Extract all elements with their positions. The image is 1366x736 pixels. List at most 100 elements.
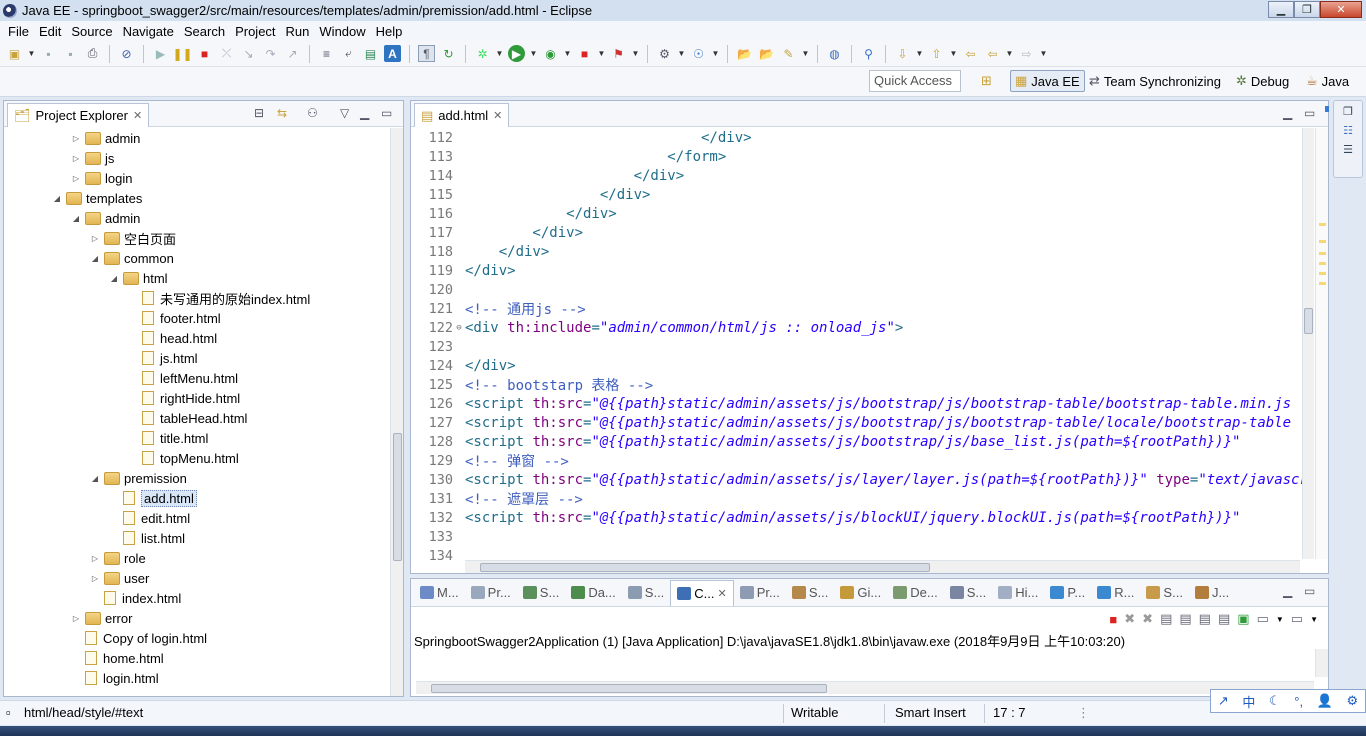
debug-dropdown-icon[interactable]: ▼ — [496, 45, 504, 62]
tree-file-item[interactable]: head.html — [128, 328, 217, 348]
back-dropdown-icon[interactable]: ▼ — [1006, 45, 1014, 62]
bottom-view-tab[interactable]: M... — [414, 580, 465, 606]
external-tools-dropdown-icon[interactable]: ▼ — [632, 45, 640, 62]
ime-language-icon[interactable]: 中 — [1242, 692, 1255, 711]
forward-dropdown-icon[interactable]: ▼ — [1040, 45, 1048, 62]
pin-console-icon[interactable]: ▣ — [1237, 611, 1249, 627]
maximize-view-icon[interactable]: ▭ — [1304, 584, 1315, 598]
tree-folder-item[interactable]: ▷ login — [71, 168, 133, 188]
code-line[interactable]: 131 <!-- 遮罩层 --> — [411, 489, 583, 508]
tree-collapsed-icon[interactable]: ▷ — [71, 134, 81, 143]
minimize-view-icon[interactable]: ▁ — [360, 106, 369, 120]
restore-icon[interactable]: ❐ — [1343, 105, 1353, 118]
tree-expanded-icon[interactable]: ◢ — [109, 274, 119, 283]
tree-file-item[interactable]: leftMenu.html — [128, 368, 238, 388]
tree-file-item[interactable]: 未写通用的原始index.html — [128, 288, 310, 308]
console-hscroll-thumb[interactable] — [431, 684, 827, 693]
tree-collapsed-icon[interactable]: ▷ — [90, 574, 100, 583]
bottom-view-tab[interactable]: C... ✕ — [670, 579, 734, 606]
coverage-dropdown-icon[interactable]: ▼ — [564, 45, 572, 62]
tree-expanded-icon[interactable]: ◢ — [52, 194, 62, 203]
open-console-icon[interactable]: ▭ — [1291, 611, 1303, 627]
code-line[interactable]: 112 </div> — [411, 128, 752, 147]
terminate-icon[interactable]: ■ — [1109, 612, 1117, 627]
remove-launch-icon[interactable]: ✖ — [1124, 611, 1135, 627]
bottom-view-tab[interactable]: S... — [786, 580, 835, 606]
last-edit-location-icon[interactable]: ⇦ — [962, 45, 979, 62]
code-line[interactable]: 117 </div> — [411, 223, 583, 242]
menu-navigate[interactable]: Navigate — [118, 24, 179, 39]
code-line[interactable]: 125 <!-- bootstarp 表格 --> — [411, 375, 654, 394]
maximize-view-icon[interactable]: ▭ — [1304, 106, 1315, 120]
code-line[interactable]: 134 — [411, 546, 465, 561]
code-line[interactable]: 114 </div> — [411, 166, 685, 185]
menu-window[interactable]: Window — [314, 24, 370, 39]
resume-icon[interactable]: ▶ — [152, 45, 169, 62]
tree-folder-item[interactable]: ◢ common — [90, 248, 174, 268]
tree-folder-item[interactable]: ▷ role — [90, 548, 146, 568]
editor-horizontal-scrollbar[interactable] — [465, 560, 1300, 573]
close-button[interactable]: ✕ — [1320, 1, 1362, 18]
tree-collapsed-icon[interactable]: ▷ — [90, 234, 100, 243]
filter-icon[interactable]: ⚇ — [307, 106, 318, 120]
tree-file-item[interactable]: edit.html — [109, 508, 190, 528]
ime-punctuation-icon[interactable]: °, — [1294, 694, 1303, 709]
bottom-view-tab[interactable]: S... — [1140, 580, 1189, 606]
word-wrap-icon[interactable]: ▤ — [1199, 611, 1211, 627]
run-dropdown-icon[interactable]: ▼ — [530, 45, 538, 62]
view-menu-icon[interactable]: ▽ — [340, 106, 349, 120]
code-line[interactable]: 126 <script th:src = "@{{path}static/admin/… — [411, 394, 1291, 413]
search-icon[interactable]: ⚲ — [860, 45, 877, 62]
code-line[interactable]: 120 — [411, 280, 465, 299]
task-dropdown-icon[interactable]: ▼ — [802, 45, 810, 62]
collapse-all-icon[interactable]: ⊟ — [254, 106, 264, 120]
code-line[interactable]: 130 <script th:src = "@{{path}static/admin/… — [411, 470, 1304, 489]
coverage-icon[interactable]: ◉ — [542, 45, 559, 62]
next-annotation-dropdown-icon[interactable]: ▼ — [916, 45, 924, 62]
bottom-view-tab[interactable]: J... — [1189, 580, 1235, 606]
previous-annotation-dropdown-icon[interactable]: ▼ — [950, 45, 958, 62]
open-web-browser-icon[interactable]: ▤ — [362, 45, 379, 62]
tree-folder-item[interactable]: ▷ js — [71, 148, 114, 168]
overview-marker[interactable] — [1319, 272, 1326, 275]
bottom-view-tab[interactable]: Pr... — [734, 580, 786, 606]
save-icon[interactable]: ▪ — [40, 45, 57, 62]
perspective-team-synchronizing[interactable]: ⇄ Team Synchronizing — [1085, 70, 1225, 92]
overview-marker[interactable] — [1319, 262, 1326, 265]
overview-marker[interactable] — [1319, 223, 1326, 226]
new-class-dropdown-icon[interactable]: ▼ — [712, 45, 720, 62]
tree-file-item[interactable]: title.html — [128, 428, 208, 448]
tab-add-html[interactable]: ▤ add.html ✕ — [414, 103, 510, 127]
tree-folder-item[interactable]: ▷ 空白页面 — [90, 228, 176, 248]
new-icon[interactable]: ▣ — [6, 45, 23, 62]
code-line[interactable]: 113 </form> — [411, 147, 727, 166]
overview-marker[interactable] — [1319, 240, 1326, 243]
code-line[interactable]: 118 </div> — [411, 242, 550, 261]
debug-icon[interactable]: ✲ — [474, 45, 491, 62]
tree-folder-item[interactable]: ▷ user — [90, 568, 149, 588]
console-vertical-scrollbar[interactable] — [1315, 649, 1328, 677]
menu-search[interactable]: Search — [179, 24, 230, 39]
scroll-lock-icon[interactable]: ▤ — [1179, 611, 1191, 627]
clear-console-icon[interactable]: ▤ — [1160, 611, 1172, 627]
code-line[interactable]: 127 <script th:src = "@{{path}static/admin/… — [411, 413, 1291, 432]
maximize-button[interactable]: ❐ — [1294, 1, 1320, 18]
next-annotation-icon[interactable]: ⇩ — [894, 45, 911, 62]
disconnect-icon[interactable]: ⤫ — [218, 45, 235, 62]
bottom-view-tab[interactable]: Da... — [565, 580, 621, 606]
skip-breakpoints-icon[interactable]: ⊘ — [118, 45, 135, 62]
tree-file-item[interactable]: list.html — [109, 528, 185, 548]
code-line[interactable]: 116 </div> — [411, 204, 617, 223]
run-icon[interactable]: ▶ — [508, 45, 525, 62]
tree-expanded-icon[interactable]: ◢ — [90, 474, 100, 483]
close-icon[interactable]: ✕ — [493, 109, 502, 122]
new-dropdown-icon[interactable]: ▼ — [28, 45, 36, 62]
globe-icon[interactable]: ◍ — [826, 45, 843, 62]
save-all-icon[interactable]: ▪ — [62, 45, 79, 62]
overview-ruler[interactable] — [1315, 106, 1329, 559]
tree-folder-item[interactable]: ◢ premission — [90, 468, 187, 488]
overview-marker[interactable] — [1325, 106, 1329, 112]
quick-access-field[interactable]: Quick Access — [869, 70, 961, 92]
bottom-view-tab[interactable]: S... — [944, 580, 993, 606]
editor-hscroll-thumb[interactable] — [480, 563, 930, 572]
